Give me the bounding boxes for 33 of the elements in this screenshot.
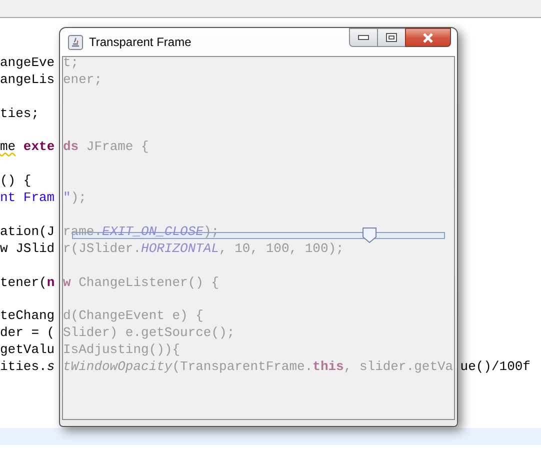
code-line: t; <box>63 57 79 72</box>
app-icon <box>68 35 83 50</box>
code-line: tWindowOpacity(TransparentFrame.this, slider.getVa <box>63 359 454 376</box>
code-line: angeEve <box>0 55 55 72</box>
code-line: ation(J <box>0 224 55 241</box>
code-line: r(JSlider.HORIZONTAL, 10, 100, 100); <box>63 240 344 258</box>
code-line: angeLis <box>0 72 55 89</box>
maximize-icon <box>386 33 397 42</box>
window-title: Transparent Frame <box>89 35 192 49</box>
code-line: () { <box>0 173 32 190</box>
code-line: getValu <box>0 342 55 360</box>
code-line: teChang <box>0 308 55 326</box>
code-line: "); <box>63 190 86 208</box>
code-line: der = ( <box>0 325 55 342</box>
code-line: IsAdjusting()){ <box>63 342 180 360</box>
minimize-button[interactable] <box>349 28 378 47</box>
code-line: nt Fram <box>0 190 55 208</box>
code-line: Slider) e.getSource(); <box>63 325 235 342</box>
code-line: d(ChangeEvent e) { <box>63 308 204 326</box>
minimize-icon <box>358 35 369 40</box>
close-button[interactable] <box>405 28 451 47</box>
code-line: ties; <box>0 106 40 123</box>
code-line: me exte <box>0 139 55 156</box>
close-icon <box>422 32 434 42</box>
code-line: tener(n <box>0 274 55 292</box>
code-line: ities.s <box>0 359 55 376</box>
code-line: w ChangeListener() { <box>63 274 220 292</box>
maximize-button[interactable] <box>378 28 405 47</box>
slider-thumb[interactable] <box>362 227 377 243</box>
code-line: w JSlid <box>0 240 55 258</box>
code-line: ue()/100f <box>460 359 530 376</box>
code-line: ds JFrame { <box>63 139 149 156</box>
code-line: ener; <box>63 72 102 89</box>
